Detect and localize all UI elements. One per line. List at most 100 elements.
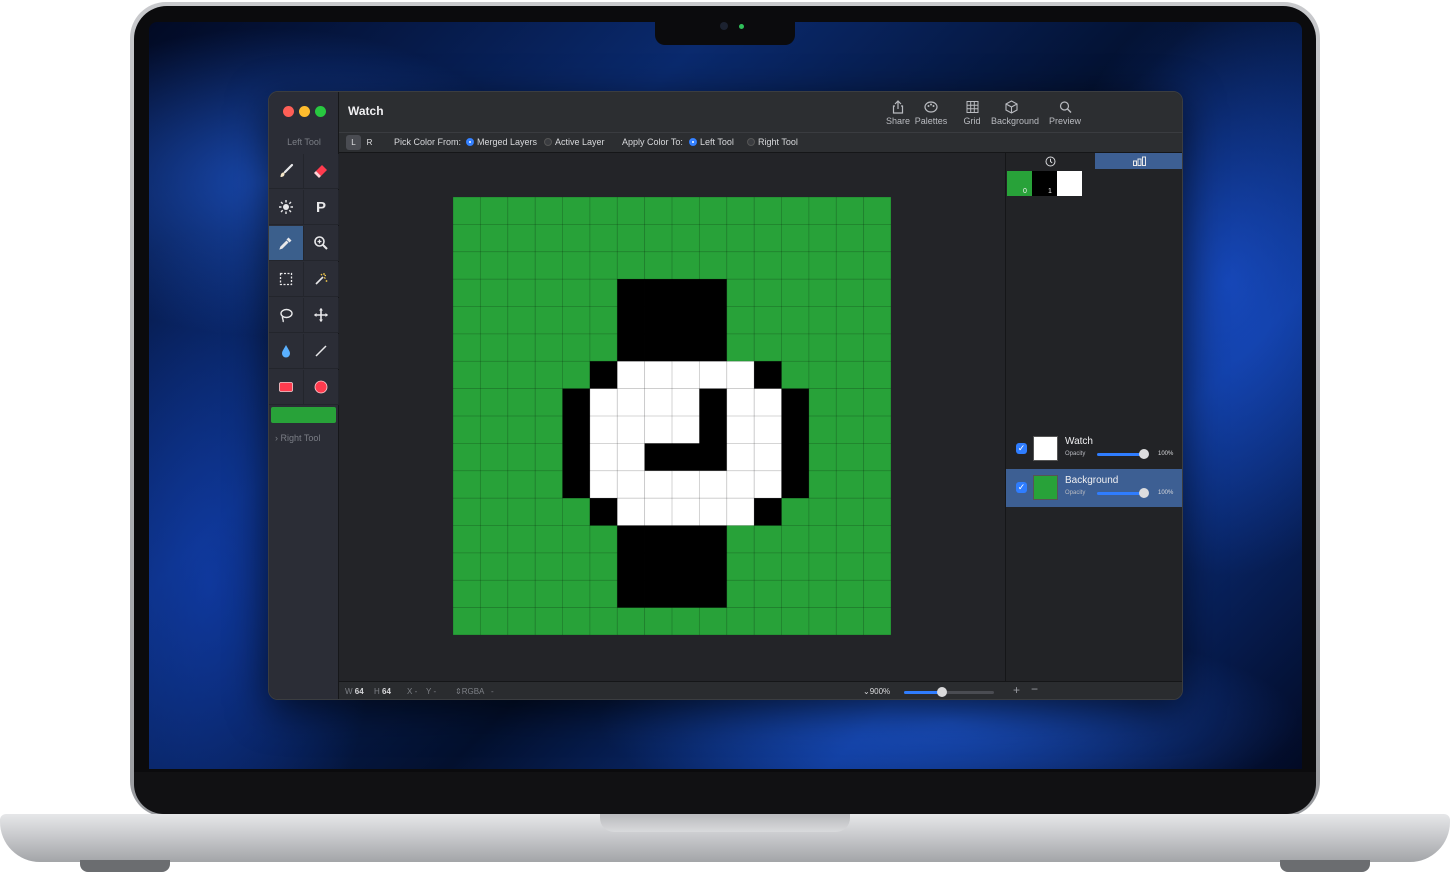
pixel[interactable] xyxy=(836,306,864,335)
pixel[interactable] xyxy=(453,388,481,417)
pixel[interactable] xyxy=(453,361,481,389)
pixel[interactable] xyxy=(507,306,536,335)
tab-frames[interactable] xyxy=(1095,153,1182,169)
pixel[interactable] xyxy=(754,498,782,526)
pixel[interactable] xyxy=(754,607,782,635)
pixel[interactable] xyxy=(535,197,563,225)
pixel[interactable] xyxy=(507,197,536,225)
tool-lighten-button[interactable] xyxy=(269,190,304,225)
pixel[interactable] xyxy=(754,306,782,335)
pixel[interactable] xyxy=(617,416,645,444)
pixel[interactable] xyxy=(589,443,618,471)
tool-eyedropper-button[interactable] xyxy=(269,226,304,261)
frame-thumbnail[interactable] xyxy=(1057,171,1082,196)
pixel[interactable] xyxy=(699,470,727,499)
pixel[interactable] xyxy=(589,279,618,307)
pixel[interactable] xyxy=(781,251,810,280)
pixel[interactable] xyxy=(672,470,700,499)
pixel[interactable] xyxy=(836,279,864,307)
tool-lasso-button[interactable] xyxy=(269,298,304,333)
pixel[interactable] xyxy=(808,388,837,417)
pixel[interactable] xyxy=(808,525,837,554)
pixel[interactable] xyxy=(589,333,618,362)
pixel[interactable] xyxy=(453,416,481,444)
pixel[interactable] xyxy=(754,224,782,252)
pixel[interactable] xyxy=(562,443,591,471)
pixel[interactable] xyxy=(617,388,645,417)
pixel[interactable] xyxy=(781,388,810,417)
pixel[interactable] xyxy=(726,251,755,280)
minimize-window-button[interactable] xyxy=(299,106,310,117)
right-tool-segment[interactable]: R xyxy=(362,135,377,150)
frame-thumbnail[interactable]: 0 xyxy=(1007,171,1032,196)
pixel[interactable] xyxy=(453,607,481,635)
pixel[interactable] xyxy=(781,552,810,581)
layer-row[interactable]: ✓ Watch Opacity 100% xyxy=(1006,430,1182,468)
frame-thumbnail[interactable]: 1 xyxy=(1032,171,1057,196)
tab-history[interactable] xyxy=(1006,153,1095,169)
pixel[interactable] xyxy=(589,416,618,444)
pixel[interactable] xyxy=(863,251,891,280)
pixel[interactable] xyxy=(672,251,700,280)
pixel[interactable] xyxy=(535,224,563,252)
pixel[interactable] xyxy=(562,416,591,444)
pixel[interactable] xyxy=(863,224,891,252)
pixel[interactable] xyxy=(480,443,508,471)
pixel[interactable] xyxy=(808,607,837,635)
pixel[interactable] xyxy=(726,498,755,526)
tool-line-button[interactable] xyxy=(304,334,339,369)
opacity-slider-knob[interactable] xyxy=(1139,488,1149,498)
pixel[interactable] xyxy=(863,197,891,225)
tool-brush-button[interactable] xyxy=(269,154,304,189)
pixel[interactable] xyxy=(535,470,563,499)
pixel[interactable] xyxy=(589,361,618,389)
pixel[interactable] xyxy=(836,333,864,362)
pixel[interactable] xyxy=(535,525,563,554)
pixel[interactable] xyxy=(617,279,645,307)
pixel[interactable] xyxy=(836,224,864,252)
pixel[interactable] xyxy=(562,470,591,499)
pixel[interactable] xyxy=(863,279,891,307)
pixel[interactable] xyxy=(836,525,864,554)
pixel[interactable] xyxy=(781,361,810,389)
layer-visibility-checkbox[interactable]: ✓ xyxy=(1016,443,1027,454)
pixel[interactable] xyxy=(644,279,673,307)
pixel[interactable] xyxy=(644,580,673,608)
pixel[interactable] xyxy=(699,443,727,471)
toolbar-palettes-button[interactable]: Palettes xyxy=(911,100,951,126)
pixel[interactable] xyxy=(808,279,837,307)
pixel[interactable] xyxy=(617,197,645,225)
canvas-area[interactable] xyxy=(339,153,1005,681)
pixel[interactable] xyxy=(617,333,645,362)
pixel[interactable] xyxy=(699,388,727,417)
pixel[interactable] xyxy=(644,197,673,225)
tool-ellipse-button[interactable] xyxy=(304,370,339,405)
add-layer-button[interactable]: + xyxy=(1013,683,1020,697)
pixel[interactable] xyxy=(480,333,508,362)
tool-magic-wand-button[interactable] xyxy=(304,262,339,297)
pixel[interactable] xyxy=(562,498,591,526)
pixel[interactable] xyxy=(726,443,755,471)
pixel[interactable] xyxy=(754,333,782,362)
pixel[interactable] xyxy=(453,580,481,608)
pixel[interactable] xyxy=(589,197,618,225)
toolbar-preview-button[interactable]: Preview xyxy=(1045,100,1085,126)
pixel[interactable] xyxy=(507,388,536,417)
pixel[interactable] xyxy=(480,224,508,252)
pixel[interactable] xyxy=(617,498,645,526)
pixel[interactable] xyxy=(562,525,591,554)
pixel[interactable] xyxy=(617,361,645,389)
pixel[interactable] xyxy=(699,333,727,362)
pixel[interactable] xyxy=(453,525,481,554)
pixel[interactable] xyxy=(808,498,837,526)
pixel[interactable] xyxy=(480,306,508,335)
pixel[interactable] xyxy=(672,197,700,225)
pixel[interactable] xyxy=(562,388,591,417)
pixel[interactable] xyxy=(836,498,864,526)
pixel[interactable] xyxy=(781,197,810,225)
pixel[interactable] xyxy=(726,197,755,225)
pixel[interactable] xyxy=(589,498,618,526)
pixel[interactable] xyxy=(808,416,837,444)
pixel[interactable] xyxy=(507,416,536,444)
pixel[interactable] xyxy=(726,224,755,252)
